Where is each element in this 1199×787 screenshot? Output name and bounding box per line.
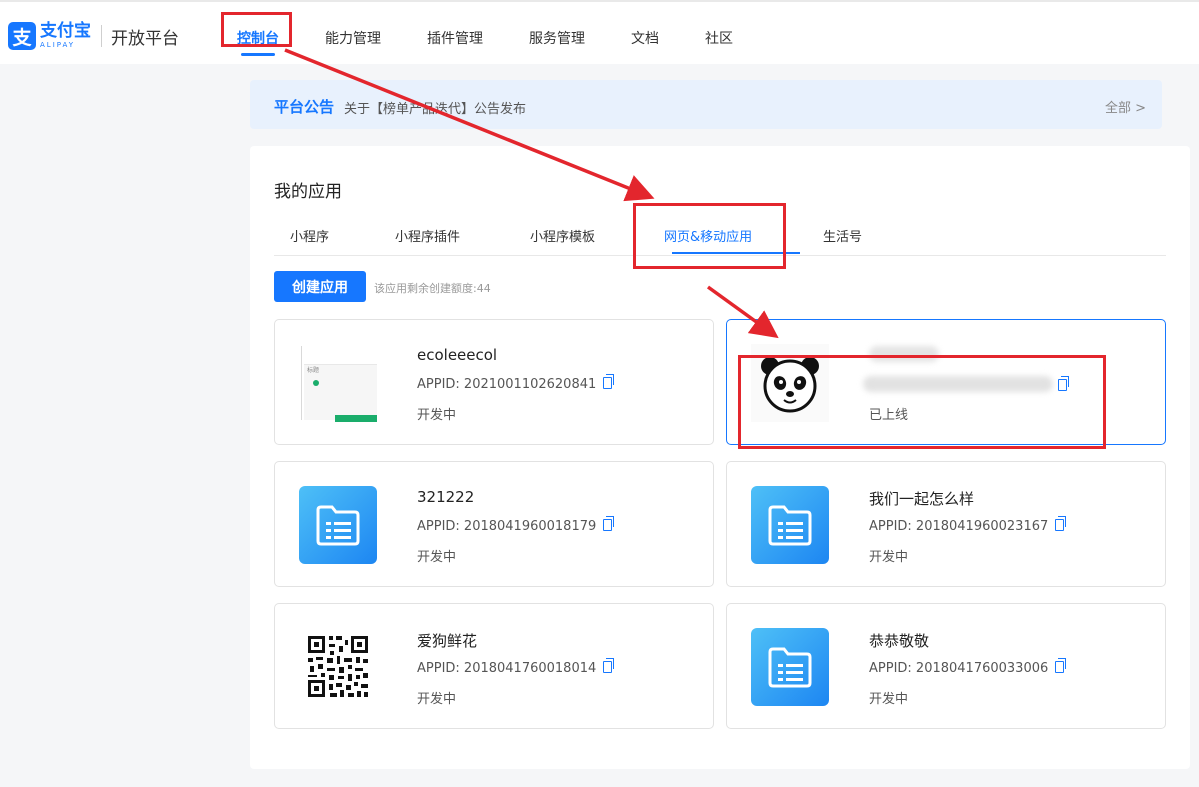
annotation-arrow (284, 48, 655, 202)
annotation-arrow (706, 285, 779, 339)
annotation-arrows (284, 48, 779, 339)
